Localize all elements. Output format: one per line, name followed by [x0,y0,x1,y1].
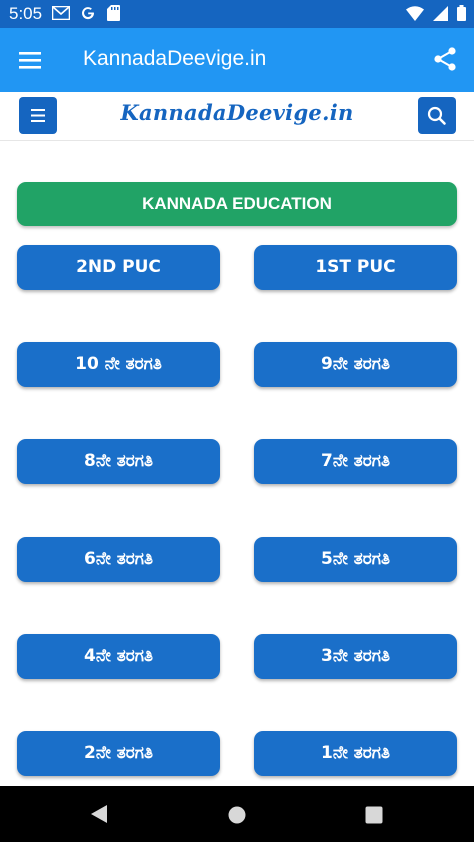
grade-button-5[interactable]: 5ನೇ ತರಗತಿ [254,537,457,582]
back-button[interactable] [89,804,109,829]
grade-button-1st-puc[interactable]: 1ST PUC [254,245,457,290]
battery-icon [457,5,466,26]
kannada-education-button[interactable]: KANNADA EDUCATION [17,182,457,226]
grade-button-8[interactable]: 8ನೇ ತರಗತಿ [17,439,220,484]
home-button[interactable] [228,806,246,829]
menu-button[interactable] [18,48,44,72]
grade-button-7[interactable]: 7ನೇ ತರಗತಿ [254,439,457,484]
sd-card-icon [106,5,120,26]
grade-button-2nd-puc[interactable]: 2ND PUC [17,245,220,290]
grade-button-6[interactable]: 6ನೇ ತರಗತಿ [17,537,220,582]
status-time: 5:05 [9,4,43,23]
grade-button-1[interactable]: 1ನೇ ತರಗತಿ [254,731,457,776]
search-icon [427,106,446,125]
recents-button[interactable] [365,806,383,829]
google-icon [80,5,96,26]
signal-icon [432,5,448,26]
grade-button-9[interactable]: 9ನೇ ತರಗತಿ [254,342,457,387]
status-system-icons [406,5,466,23]
menu-icon [19,52,41,69]
grade-button-2[interactable]: 2ನೇ ತರಗತಿ [17,731,220,776]
app-bar: KannadaDeevige.in [0,28,474,92]
share-icon [434,47,456,71]
grade-button-4[interactable]: 4ನೇ ತರಗತಿ [17,634,220,679]
grade-button-10[interactable]: 10 ನೇ ತರಗತಿ [17,342,220,387]
app-title: KannadaDeevige.in [83,47,267,70]
site-logo[interactable]: KannadaDeevige.in [0,100,474,125]
status-bar: 5:05 [0,0,474,28]
gmail-icon [51,5,71,25]
site-search-button[interactable] [418,97,456,134]
status-notifications [51,5,120,26]
wifi-icon [406,5,425,26]
grade-button-3[interactable]: 3ನೇ ತರಗತಿ [254,634,457,679]
recents-icon [365,806,383,824]
site-header: KannadaDeevige.in [0,92,474,141]
home-icon [228,806,246,824]
back-icon [91,805,107,823]
share-button[interactable] [432,46,458,72]
